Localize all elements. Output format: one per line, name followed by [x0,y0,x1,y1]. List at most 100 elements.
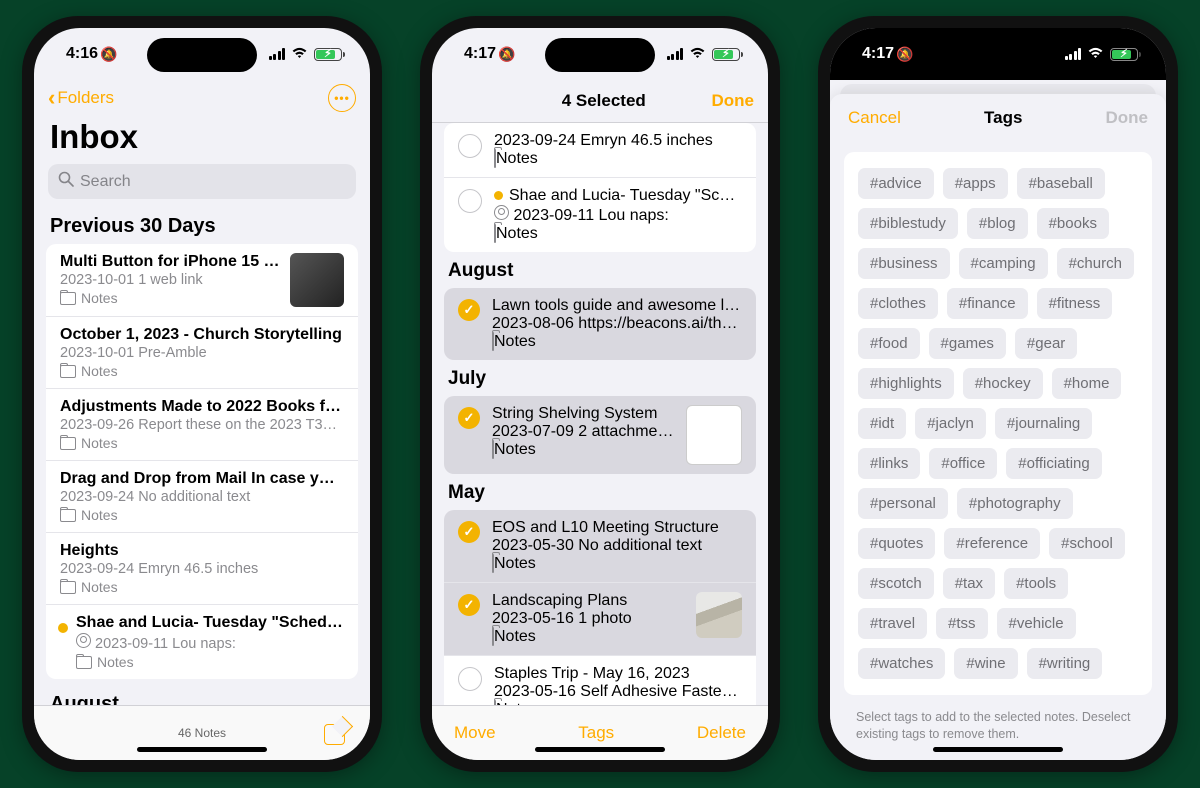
tag-chip[interactable]: #fitness [1037,288,1113,319]
tag-chip[interactable]: #wine [954,648,1017,679]
content[interactable]: 2023-09-24 Emryn 46.5 inchesNotesShae an… [432,123,768,705]
tag-chip[interactable]: #idt [858,408,906,439]
checkbox-checked-icon[interactable]: ✓ [458,407,480,429]
cellular-icon [667,48,684,60]
tag-chip[interactable]: #home [1052,368,1122,399]
tag-chip[interactable]: #officiating [1006,448,1101,479]
tag-chip[interactable]: #photography [957,488,1073,519]
tag-chip[interactable]: #church [1057,248,1134,279]
tag-chip[interactable]: #camping [959,248,1048,279]
folder-icon [60,581,76,594]
note-subtitle: 2023-09-26 Report these on the 2023 T301… [60,417,344,433]
tag-chip[interactable]: #baseball [1017,168,1105,199]
tag-chip[interactable]: #jaclyn [915,408,986,439]
tag-chip[interactable]: #advice [858,168,934,199]
tag-chip[interactable]: #school [1049,528,1125,559]
dynamic-island [545,38,655,72]
tag-chip[interactable]: #biblestudy [858,208,958,239]
note-title: Drag and Drop from Mail In case you… [60,470,344,488]
tag-chip[interactable]: #travel [858,608,927,639]
page-title: 4 Selected [562,91,646,111]
checkbox-checked-icon[interactable]: ✓ [458,521,480,543]
tag-chip[interactable]: #office [929,448,997,479]
folder-icon [60,437,76,450]
note-thumbnail [686,405,742,465]
tag-chip[interactable]: #blog [967,208,1028,239]
tag-chip[interactable]: #writing [1027,648,1103,679]
tag-chip[interactable]: #scotch [858,568,934,599]
tag-chip[interactable]: #links [858,448,920,479]
phone-right: 4:17🔕 ⚡︎ Cancel Tags Done #advice#apps#b… [818,16,1178,772]
battery-icon: ⚡︎ [1110,48,1138,61]
tag-chip[interactable]: #tools [1004,568,1068,599]
note-row[interactable]: 2023-09-24 Emryn 46.5 inchesNotes [444,123,756,178]
note-folder: Notes [60,507,344,523]
note-title: String Shelving System [492,405,674,423]
move-button[interactable]: Move [454,723,496,743]
note-row[interactable]: Drag and Drop from Mail In case you…2023… [46,461,358,533]
home-indicator[interactable] [137,747,267,752]
navbar: 4 Selected Done [432,80,768,123]
checkbox-empty-icon[interactable] [458,134,482,158]
checkbox-empty-icon[interactable] [458,189,482,213]
delete-button[interactable]: Delete [697,723,746,743]
screen: 4:17🔕 ⚡︎ Cancel Tags Done #advice#apps#b… [830,28,1166,760]
tag-chip[interactable]: #finance [947,288,1028,319]
done-button[interactable]: Done [711,91,754,111]
checkbox-checked-icon[interactable]: ✓ [458,299,480,321]
checkbox-checked-icon[interactable]: ✓ [458,594,480,616]
more-button[interactable]: ••• [328,84,356,112]
compose-button[interactable] [324,721,348,745]
tag-chip[interactable]: #personal [858,488,948,519]
tag-chip[interactable]: #books [1037,208,1109,239]
tag-chip[interactable]: #journaling [995,408,1092,439]
back-button[interactable]: ‹Folders [48,85,114,111]
home-indicator[interactable] [933,747,1063,752]
note-row[interactable]: Multi Button for iPhone 15 Pro2023-10-01… [46,244,358,317]
checkbox-empty-icon[interactable] [458,667,482,691]
notes-count: 46 Notes [34,726,370,740]
folder-icon [60,292,76,305]
tag-chip[interactable]: #games [929,328,1006,359]
note-folder: Notes [60,435,344,451]
tag-chip[interactable]: #clothes [858,288,938,319]
note-row[interactable]: Shae and Lucia- Tuesday "Sched… 2023-09-… [444,178,756,252]
note-row[interactable]: ✓String Shelving System2023-07-09 2 atta… [444,396,756,474]
note-row[interactable]: October 1, 2023 - Church Storytelling202… [46,317,358,389]
note-title: October 1, 2023 - Church Storytelling [60,326,344,344]
note-row[interactable]: ✓Lawn tools guide and awesome li…2023-08… [444,288,756,360]
folder-icon [60,509,76,522]
note-row[interactable]: Adjustments Made to 2022 Books for…2023-… [46,389,358,461]
tag-chip[interactable]: #highlights [858,368,954,399]
status-time: 4:16🔕 [66,45,117,63]
tag-chip[interactable]: #reference [944,528,1040,559]
note-row[interactable]: ✓EOS and L10 Meeting Structure2023-05-30… [444,510,756,583]
tag-chip[interactable]: #tss [936,608,988,639]
tag-chip[interactable]: #food [858,328,920,359]
screen: 4:17🔕 ⚡︎ 4 Selected Done 2023-09-24 Emry… [432,28,768,760]
search-input[interactable]: Search [48,164,356,199]
cancel-button[interactable]: Cancel [848,108,901,128]
note-row[interactable]: Heights2023-09-24 Emryn 46.5 inchesNotes [46,533,358,605]
tag-chip[interactable]: #gear [1015,328,1077,359]
tag-chip[interactable]: #business [858,248,950,279]
notes-group: 2023-09-24 Emryn 46.5 inchesNotesShae an… [444,123,756,252]
tag-chip[interactable]: #watches [858,648,945,679]
tag-chip[interactable]: #hockey [963,368,1043,399]
note-title: Landscaping Plans [492,592,684,610]
note-subtitle: 2023-05-16 1 photo [492,610,684,628]
note-row[interactable]: Staples Trip - May 16, 20232023-05-16 Se… [444,656,756,705]
tag-chip[interactable]: #apps [943,168,1008,199]
navbar: ‹Folders ••• [34,80,370,116]
note-subtitle: 2023-10-01 1 web link [60,272,280,288]
note-row[interactable]: ✓Landscaping Plans2023-05-16 1 photoNote… [444,583,756,656]
home-indicator[interactable] [535,747,665,752]
content[interactable]: Previous 30 Days Multi Button for iPhone… [34,209,370,705]
tags-button[interactable]: Tags [578,723,614,743]
folder-icon [492,627,494,646]
tag-chip[interactable]: #tax [943,568,995,599]
note-row[interactable]: Shae and Lucia- Tuesday "Schedule" 2023-… [46,605,358,679]
tag-chip[interactable]: #vehicle [997,608,1076,639]
unread-dot-icon [494,191,503,200]
tag-chip[interactable]: #quotes [858,528,935,559]
